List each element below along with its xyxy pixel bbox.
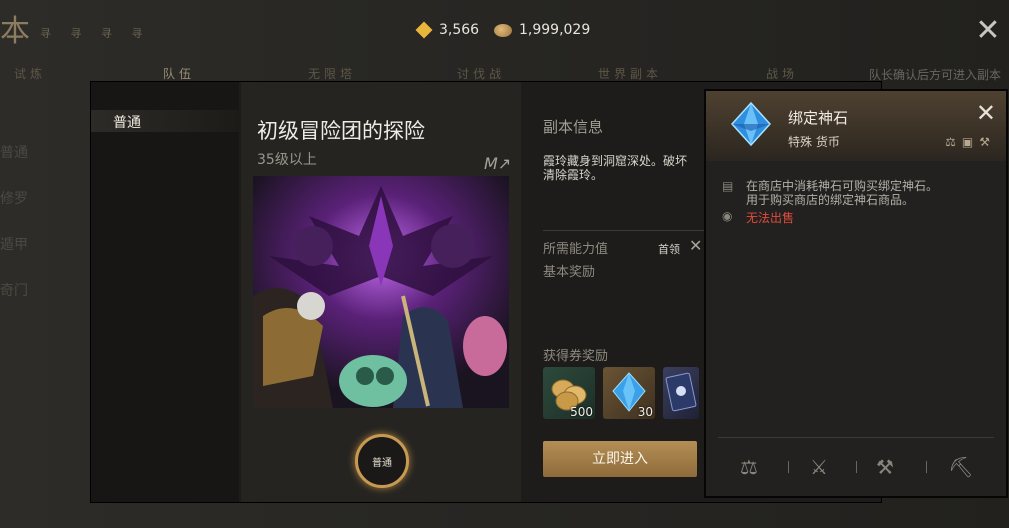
scale-icon[interactable]: ⚖: [740, 455, 758, 479]
document-icon: ▤: [722, 179, 734, 193]
tooltip-flag-icons: ⚖▣⚒: [945, 135, 996, 149]
coin-icon: [494, 23, 512, 37]
gem-amount: 3,566: [439, 22, 480, 38]
party-note: 队长确认后方可进入副本: [868, 68, 1001, 82]
coin-currency: 1,999,029: [494, 22, 590, 38]
tooltip-item-name: 绑定神石: [788, 109, 849, 127]
side-item-shura[interactable]: 修罗: [0, 188, 28, 208]
separator: [788, 461, 789, 473]
sword-icon[interactable]: ⚔: [810, 455, 828, 479]
mode-select-label: 普通: [372, 457, 392, 469]
enter-now-button[interactable]: 立即进入: [543, 441, 697, 477]
tooltip-actions: ⚖ ⚔ ⚒ ⛏: [706, 447, 1006, 487]
cross-icon: ✕: [689, 236, 703, 255]
side-item-qimen[interactable]: 奇门: [0, 280, 28, 300]
mode-select-button[interactable]: 普通: [355, 434, 409, 488]
reward-slot-coins[interactable]: 500: [543, 367, 595, 419]
dungeon-description: 霞玲藏身到洞窟深处。破坏 清除霞玲。: [543, 154, 713, 182]
description-line: 用于购买商店的绑定神石商品。: [746, 193, 915, 207]
difficulty-item-normal[interactable]: 普通: [91, 110, 239, 132]
description-line: 霞玲藏身到洞窟深处。破坏: [543, 154, 688, 168]
hammer-icon[interactable]: ⛏: [948, 455, 973, 479]
info-section-title: 副本信息: [543, 118, 604, 136]
reward-slot-card[interactable]: [663, 367, 699, 419]
tab-trial[interactable]: 试炼: [14, 65, 46, 82]
separator: [856, 461, 857, 473]
side-item-dunjia[interactable]: 遁甲: [0, 234, 28, 254]
level-requirement: 35级以上: [257, 152, 317, 168]
reward-slot-crystal[interactable]: 30: [603, 367, 655, 419]
separator: [926, 461, 927, 473]
party-mode-icon: M↗: [484, 154, 512, 173]
anvil-icon[interactable]: ⚒: [876, 455, 894, 479]
gem-currency: 3,566: [415, 21, 480, 39]
tooltip-description: 在商店中消耗神石可购买绑定神石。 用于购买商店的绑定神石商品。: [746, 179, 938, 207]
dungeon-title: 初级冒险团的探险: [257, 119, 425, 143]
divider: [543, 230, 713, 231]
bound-god-stone-icon: [730, 101, 772, 147]
tooltip-warning: 无法出售: [746, 211, 795, 225]
divider: [718, 437, 994, 438]
tooltip-header: 绑定神石 特殊 货币 ✕ ⚖▣⚒: [706, 91, 1006, 161]
difficulty-label: 普通: [113, 115, 141, 131]
side-item-normal[interactable]: 普通: [0, 142, 28, 162]
dungeon-artwork: [253, 176, 509, 408]
reward-qty: 500: [570, 405, 593, 419]
ticket-reward-label: 获得券奖励: [543, 349, 609, 364]
tab-battlefield[interactable]: 战场: [766, 65, 798, 82]
required-power-label: 所需能力值: [543, 242, 609, 257]
coin-icon: ◉: [722, 209, 733, 223]
first-kill-label: 首领: [658, 243, 680, 256]
close-icon[interactable]: ✕: [975, 16, 1001, 46]
description-line: 在商店中消耗神石可购买绑定神石。: [746, 179, 939, 193]
tab-infinite-tower[interactable]: 无限塔: [308, 65, 356, 82]
difficulty-list: 普通: [91, 82, 239, 502]
reward-qty: 30: [637, 405, 653, 419]
item-tooltip: 绑定神石 特殊 货币 ✕ ⚖▣⚒ ▤ 在商店中消耗神石可购买绑定神石。 用于购买…: [704, 89, 1008, 498]
description-line: 清除霞玲。: [543, 168, 604, 182]
gem-icon: [415, 21, 433, 39]
tab-party[interactable]: 队伍: [163, 65, 195, 82]
dungeon-preview: 初级冒险团的探险 35级以上 M↗ 普通: [241, 82, 521, 502]
close-icon[interactable]: ✕: [976, 99, 996, 127]
tab-world-dungeon[interactable]: 世界副本: [598, 65, 662, 82]
card-icon: [665, 372, 697, 412]
top-bar: 本寻 寻 寻 寻 3,566 1,999,029 ✕: [0, 0, 1009, 60]
tooltip-category: 特殊 货币: [788, 135, 840, 149]
coin-amount: 1,999,029: [519, 22, 591, 38]
tab-raid[interactable]: 讨伐战: [457, 65, 505, 82]
brand-logo: 本寻 寻 寻 寻: [0, 14, 151, 49]
base-reward-label: 基本奖励: [543, 265, 596, 280]
